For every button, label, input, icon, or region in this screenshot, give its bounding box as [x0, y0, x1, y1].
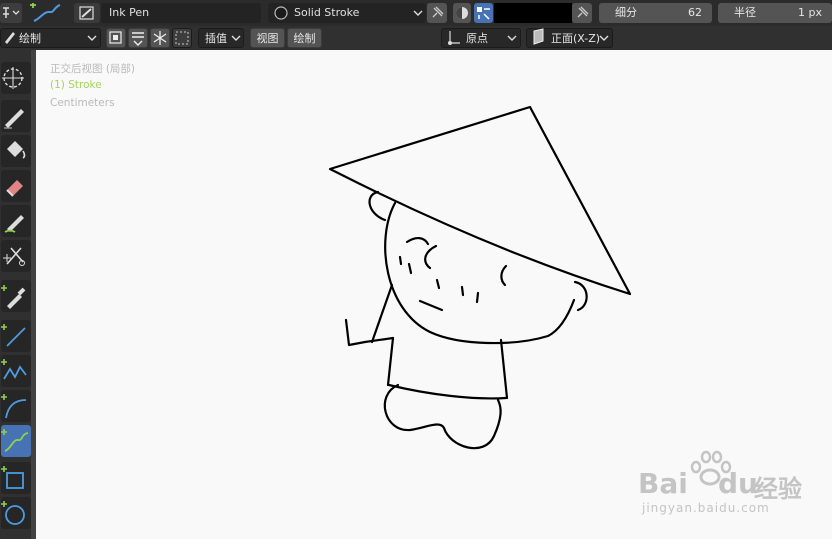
radius-label: 半径: [734, 6, 756, 19]
brush-icon: [79, 6, 94, 20]
material-sphere-icon: [274, 6, 288, 20]
mode-label: 绘制: [19, 32, 41, 45]
pencil-icon: [5, 32, 15, 44]
curve-tool-icon: [1, 429, 29, 452]
eyedropper-icon: [1, 285, 26, 309]
layers-icon: [109, 31, 122, 44]
draw-curve-tool-icon: [30, 2, 61, 22]
tool-tint[interactable]: [1, 205, 31, 237]
draw-label: 绘制: [293, 32, 316, 45]
circle-tool-icon: [1, 501, 25, 525]
active-tool-icon[interactable]: [26, 2, 66, 23]
watermark-url: jingyan.baidu.com: [642, 501, 770, 515]
brush-name: Ink Pen: [109, 6, 150, 19]
drawing-plane-label: 正面(X-Z): [551, 32, 601, 45]
tool-settings-bar: 绘制 插值 视图 绘制 原点 正面(X-Z): [0, 26, 832, 50]
onion-skin-button[interactable]: [172, 28, 192, 48]
color-swatch[interactable]: [494, 3, 572, 23]
draw-menu[interactable]: 绘制: [287, 28, 322, 48]
chevron-down-icon: [507, 35, 517, 41]
line-tool-icon: [1, 324, 26, 347]
snowflake-button[interactable]: [150, 28, 170, 48]
pin-icon: [432, 6, 444, 18]
chevron-down-icon: [87, 35, 97, 41]
subdivision-field[interactable]: 细分 62: [599, 3, 712, 23]
tool-cursor[interactable]: [1, 62, 31, 94]
tool-eyedropper[interactable]: [1, 280, 31, 312]
subdivision-value: 62: [688, 6, 702, 19]
tool-fill[interactable]: [1, 135, 31, 167]
tool-line[interactable]: [1, 320, 31, 352]
multiframe-icon: [132, 32, 144, 46]
cursor-icon: [2, 67, 24, 89]
units-label: Centimeters: [50, 97, 115, 109]
tool-arc[interactable]: [1, 390, 31, 422]
object-name-label: (1) Stroke: [50, 79, 102, 91]
layer-toggle-button[interactable]: [106, 28, 126, 48]
origin-selector[interactable]: 原点: [441, 28, 521, 48]
brush-icon-button[interactable]: [74, 3, 100, 23]
grease-pencil-mode-icon: [3, 7, 20, 18]
material-selector[interactable]: Solid Stroke: [268, 3, 426, 23]
drawing-plane-selector[interactable]: 正面(X-Z): [526, 28, 613, 48]
pin-material-button[interactable]: [427, 3, 447, 23]
watermark-brand: Bai: [638, 467, 688, 500]
fill-bucket-icon: [7, 141, 26, 159]
editor-type-button[interactable]: [0, 3, 22, 23]
polyline-tool-icon: [1, 359, 27, 380]
color-mode-button[interactable]: [453, 3, 471, 23]
draw-pencil-icon: [4, 109, 24, 129]
mode-selector[interactable]: 绘制: [0, 28, 101, 48]
view-label: 视图: [256, 32, 279, 45]
top-header: Ink Pen Solid Stroke 细分 62 半径 1 px: [0, 0, 832, 26]
eraser-icon: [6, 180, 23, 197]
view-menu[interactable]: 视图: [250, 28, 285, 48]
radius-field[interactable]: 半径 1 px: [718, 3, 832, 23]
tint-brush-icon: [4, 215, 24, 233]
chevron-down-icon: [231, 35, 241, 41]
pin-icon: [577, 6, 589, 18]
subdivision-label: 细分: [615, 6, 637, 19]
tool-shelf: [0, 50, 36, 539]
chevron-down-icon: [599, 35, 609, 41]
vertex-color-icon: [456, 7, 468, 19]
interpolate-label: 插值: [205, 32, 227, 45]
arc-tool-icon: [1, 394, 27, 419]
tool-draw[interactable]: [1, 100, 31, 132]
snowflake-icon: [153, 31, 167, 45]
dotted-square-icon: [175, 31, 189, 45]
origin-icon: [448, 31, 460, 45]
tool-circle[interactable]: [1, 497, 31, 529]
pin-color-button[interactable]: [572, 3, 592, 23]
watermark: Bai du 经验 jingyan.baidu.com: [638, 450, 828, 525]
tool-cutter[interactable]: [1, 240, 31, 272]
interpolate-menu[interactable]: 插值: [198, 28, 244, 48]
tool-curve[interactable]: [1, 425, 31, 457]
tool-erase[interactable]: [1, 170, 31, 202]
origin-label: 原点: [466, 32, 488, 45]
stroke-mode-icon: [477, 7, 490, 20]
watermark-brand-cn: 经验: [754, 475, 802, 503]
multiframe-button[interactable]: [128, 28, 148, 48]
radius-value: 1 px: [798, 6, 822, 19]
tool-box[interactable]: [1, 462, 31, 494]
chevron-down-icon: [413, 10, 423, 16]
tool-polyline[interactable]: [1, 355, 31, 387]
material-name: Solid Stroke: [294, 6, 360, 19]
watermark-brand-du: du: [718, 467, 758, 500]
cutter-icon: [3, 247, 25, 266]
view-name-label: 正交后视图 (局部): [50, 63, 136, 75]
axis-plane-icon: [533, 28, 544, 45]
stroke-mode-button[interactable]: [474, 3, 493, 23]
brush-name-field[interactable]: Ink Pen: [101, 3, 261, 23]
box-tool-icon: [1, 466, 24, 489]
